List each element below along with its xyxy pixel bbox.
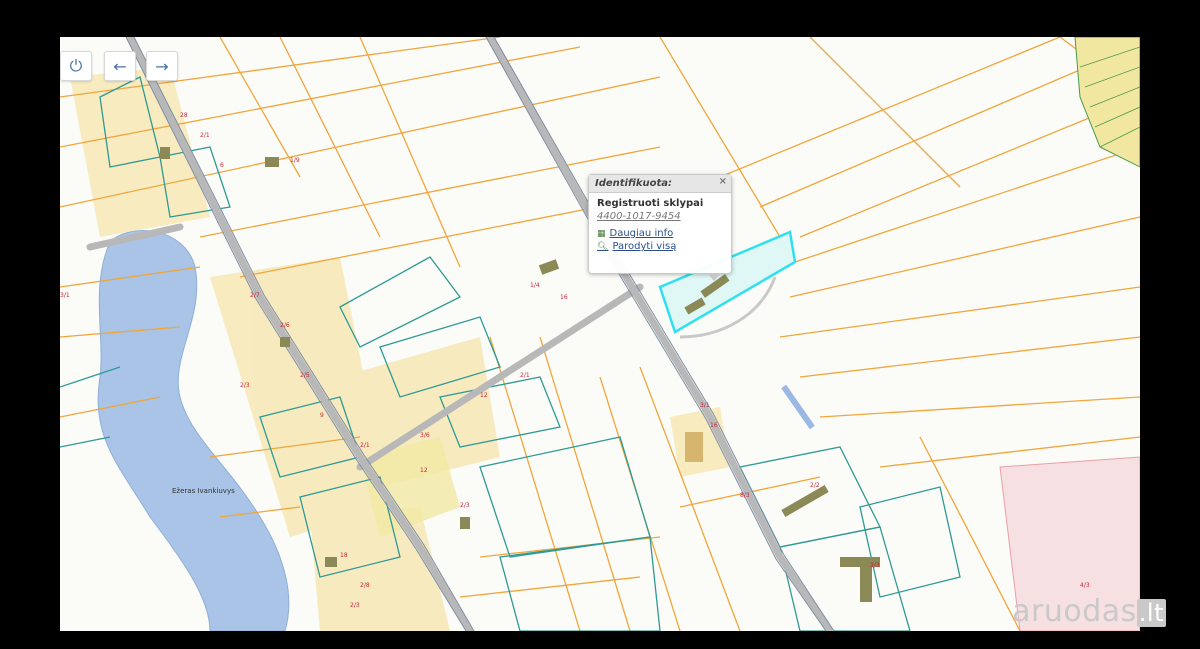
- svg-text:2/6: 2/6: [280, 322, 290, 329]
- svg-text:2/1: 2/1: [520, 372, 530, 379]
- identify-popup: Identifikuota: × Registruoti sklypai 440…: [588, 174, 732, 281]
- svg-text:2/2: 2/2: [810, 482, 820, 489]
- close-icon[interactable]: ×: [719, 176, 727, 187]
- more-info-label: Daugiau info: [609, 228, 674, 239]
- svg-text:8/3: 8/3: [740, 492, 750, 499]
- popup-title: Identifikuota:: [595, 178, 673, 189]
- power-icon: ⏻: [69, 56, 83, 75]
- svg-text:3/3: 3/3: [870, 562, 880, 569]
- watermark-text: aruodas: [1012, 594, 1137, 629]
- parcel-link[interactable]: 4400-1017-9454: [597, 211, 723, 222]
- svg-text:12: 12: [420, 467, 428, 474]
- svg-text:2/1: 2/1: [360, 442, 370, 449]
- show-all-link[interactable]: 🔍︎ Parodyti visą: [597, 241, 723, 252]
- svg-text:2/8: 2/8: [360, 582, 370, 589]
- arrow-left-icon: ←: [113, 56, 127, 76]
- protected-zone: [1074, 37, 1140, 168]
- svg-text:1/4: 1/4: [530, 282, 540, 289]
- svg-text:2/1: 2/1: [200, 132, 210, 139]
- popup-header: Identifikuota: ×: [589, 175, 731, 193]
- watermark: aruodas.lt: [1012, 594, 1166, 629]
- svg-text:1/9: 1/9: [290, 157, 300, 164]
- back-button[interactable]: ←: [104, 51, 136, 81]
- popup-layer-title: Registruoti sklypai: [597, 198, 704, 209]
- svg-text:12: 12: [480, 392, 488, 399]
- svg-text:9: 9: [320, 412, 324, 419]
- svg-text:2/3: 2/3: [350, 602, 360, 609]
- svg-text:28: 28: [180, 112, 188, 119]
- info-icon: ▦: [597, 228, 606, 239]
- lake-label: Ežeras Ivankiuvys: [172, 487, 235, 495]
- svg-text:6: 6: [220, 162, 224, 169]
- svg-text:16: 16: [560, 294, 568, 301]
- svg-text:2/5: 2/5: [300, 372, 310, 379]
- svg-text:18: 18: [340, 552, 348, 559]
- show-all-label: Parodyti visą: [612, 241, 677, 252]
- svg-text:2/3: 2/3: [460, 502, 470, 509]
- cadastral-map[interactable]: 28 2/1 6 1/9 2/7 2/6 2/5 2/3 9 2/1 3/6 12 2/1 1/4…: [60, 37, 1140, 631]
- arrow-right-icon: →: [155, 56, 169, 76]
- watermark-suffix: .lt: [1136, 599, 1166, 627]
- forward-button[interactable]: →: [146, 51, 178, 81]
- more-info-link[interactable]: ▦ Daugiau info: [597, 228, 723, 239]
- svg-text:2/7: 2/7: [250, 292, 260, 299]
- svg-text:3/1: 3/1: [700, 402, 710, 409]
- svg-text:16: 16: [710, 422, 718, 429]
- power-button[interactable]: ⏻: [60, 51, 92, 81]
- search-icon: 🔍︎: [597, 241, 609, 252]
- svg-text:3/6: 3/6: [420, 432, 430, 439]
- map-canvas: 28 2/1 6 1/9 2/7 2/6 2/5 2/3 9 2/1 3/6 12 2/1 1/4…: [60, 37, 1140, 631]
- svg-text:3/1: 3/1: [60, 292, 70, 299]
- svg-text:4/3: 4/3: [1080, 582, 1090, 589]
- svg-text:2/3: 2/3: [240, 382, 250, 389]
